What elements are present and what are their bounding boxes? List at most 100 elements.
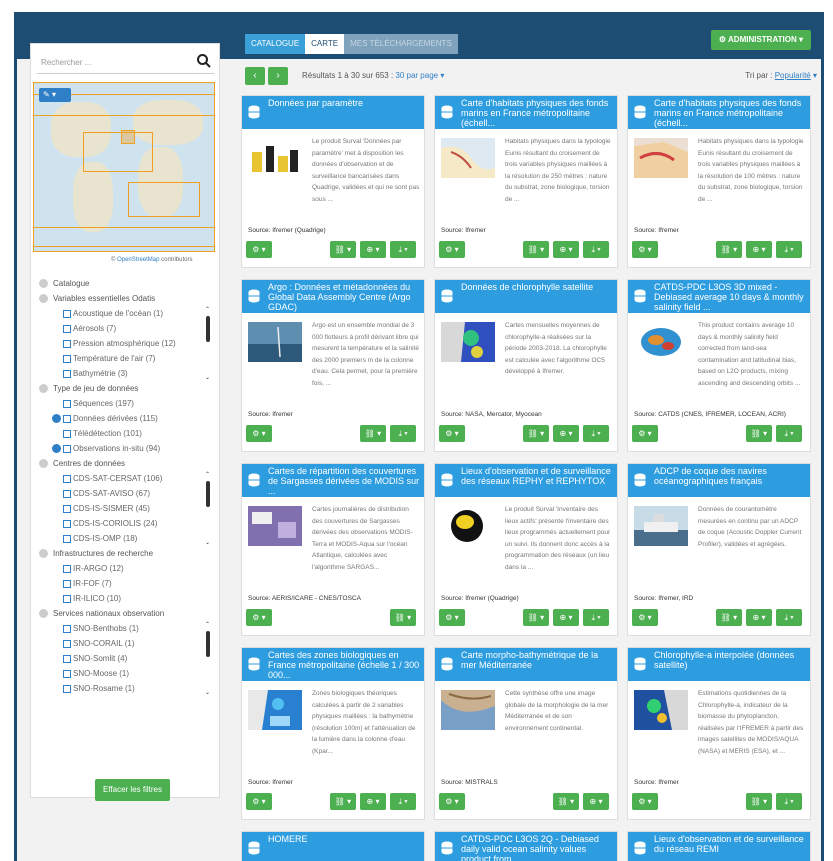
facet-item[interactable]: Télédétection (101): [39, 426, 215, 441]
card-title[interactable]: CATDS-PDC L3OS 2Q - Debiased daily valid…: [435, 832, 617, 861]
facet-item[interactable]: Acoustique de l'océan (1): [39, 306, 215, 321]
checkbox[interactable]: [63, 445, 71, 453]
settings-button[interactable]: ⚙ ▾: [439, 241, 465, 258]
card-title[interactable]: Chlorophylle-a interpolée (données satel…: [628, 648, 810, 681]
result-card[interactable]: Cartes de répartition des couvertures de…: [241, 463, 425, 636]
card-thumbnail[interactable]: [634, 138, 688, 178]
tab-catalogue[interactable]: CATALOGUE: [245, 34, 306, 54]
result-card[interactable]: Argo : Données et métadonnées du Global …: [241, 279, 425, 452]
facet-item[interactable]: Aérosols (7): [39, 321, 215, 336]
facet-title[interactable]: Centres de données: [39, 456, 215, 471]
checkbox[interactable]: [63, 355, 71, 363]
link-button[interactable]: ⛓ ▾: [330, 241, 356, 258]
card-title[interactable]: Argo : Données et métadonnées du Global …: [242, 280, 424, 313]
link-button[interactable]: ⛓ ▾: [553, 793, 579, 810]
checkbox[interactable]: [63, 430, 71, 438]
openstreetmap-link[interactable]: OpenStreetMap: [117, 257, 159, 263]
card-title[interactable]: Données par paramètre: [242, 96, 424, 129]
result-card[interactable]: Carte morpho-bathymétrique de la mer Méd…: [434, 647, 618, 820]
facet-item[interactable]: CDS-SAT-CERSAT (106): [39, 471, 215, 486]
per-page-dropdown[interactable]: 30 par page: [395, 71, 438, 80]
result-card[interactable]: Chlorophylle-a interpolée (données satel…: [627, 647, 811, 820]
settings-button[interactable]: ⚙ ▾: [246, 425, 272, 442]
download-button[interactable]: ⤓ ▾: [583, 241, 609, 258]
download-button[interactable]: ⤓ ▾: [390, 793, 416, 810]
facet-scrollbar[interactable]: ⌃ ⌄: [205, 621, 211, 696]
globe-button[interactable]: ⊕ ▾: [360, 793, 386, 810]
link-button[interactable]: ⛓ ▾: [746, 793, 772, 810]
card-thumbnail[interactable]: [441, 506, 495, 546]
settings-button[interactable]: ⚙ ▾: [632, 241, 658, 258]
facet-item[interactable]: IR-ARGO (12): [39, 561, 215, 576]
checkbox[interactable]: [63, 475, 71, 483]
settings-button[interactable]: ⚙ ▾: [632, 425, 658, 442]
card-title[interactable]: Lieux d'observation et de surveillance d…: [435, 464, 617, 497]
chevron-up-icon[interactable]: ⌃: [205, 471, 210, 478]
checkbox[interactable]: [63, 640, 71, 648]
chevron-down-icon[interactable]: ⌄: [205, 374, 210, 381]
card-thumbnail[interactable]: [634, 322, 688, 362]
chevron-up-icon[interactable]: ⌃: [205, 621, 210, 628]
checkbox[interactable]: [63, 415, 71, 423]
link-button[interactable]: ⛓ ▾: [523, 241, 549, 258]
facet-item[interactable]: CDS-IS-SISMER (45): [39, 501, 215, 516]
result-card[interactable]: CATDS-PDC L3OS 3D mixed - Debiased avera…: [627, 279, 811, 452]
checkbox[interactable]: [63, 685, 71, 693]
download-button[interactable]: ⤓ ▾: [776, 793, 802, 810]
facet-title[interactable]: Services nationaux observation: [39, 606, 215, 621]
facet-item[interactable]: Observations in-situ (94): [39, 441, 215, 456]
facet-item[interactable]: CDS-IS-OMP (18): [39, 531, 215, 546]
card-title[interactable]: CATDS-PDC L3OS 3D mixed - Debiased avera…: [628, 280, 810, 313]
facet-item[interactable]: CDS-IS-CORIOLIS (24): [39, 516, 215, 531]
result-card[interactable]: Lieux d'observation et de surveillance d…: [627, 831, 811, 861]
checkbox[interactable]: [63, 565, 71, 573]
globe-button[interactable]: ⊕ ▾: [553, 241, 579, 258]
download-button[interactable]: ⤓ ▾: [583, 425, 609, 442]
checkbox[interactable]: [63, 595, 71, 603]
result-card[interactable]: Carte d'habitats physiques des fonds mar…: [627, 95, 811, 268]
settings-button[interactable]: ⚙ ▾: [632, 793, 658, 810]
checkbox[interactable]: [63, 505, 71, 513]
map-view[interactable]: ✎ ▾: [33, 82, 215, 252]
facet-item[interactable]: SNO-Benthobs (1): [39, 621, 215, 636]
link-button[interactable]: ⛓ ▾: [330, 793, 356, 810]
scrollbar-thumb[interactable]: [206, 481, 210, 507]
card-title[interactable]: Lieux d'observation et de surveillance d…: [628, 832, 810, 861]
download-button[interactable]: ⤓ ▾: [776, 609, 802, 626]
card-thumbnail[interactable]: [248, 506, 302, 546]
link-button[interactable]: ⛓ ▾: [390, 609, 416, 626]
card-title[interactable]: HOMERE: [242, 832, 424, 861]
chevron-up-icon[interactable]: ⌃: [205, 306, 210, 313]
facet-item[interactable]: SNO-Rosame (1): [39, 681, 215, 696]
card-title[interactable]: Carte morpho-bathymétrique de la mer Méd…: [435, 648, 617, 681]
result-card[interactable]: ADCP de coque des navires océanographiqu…: [627, 463, 811, 636]
facet-scrollbar[interactable]: ⌃ ⌄: [205, 306, 211, 381]
checkbox[interactable]: [63, 655, 71, 663]
result-card[interactable]: CATDS-PDC L3OS 2Q - Debiased daily valid…: [434, 831, 618, 861]
chevron-down-icon[interactable]: ⌄: [205, 539, 210, 546]
checkbox[interactable]: [63, 370, 71, 378]
card-thumbnail[interactable]: [441, 690, 495, 730]
facet-scrollbar[interactable]: ⌃ ⌄: [205, 471, 211, 546]
facet-item[interactable]: IR-ILICO (10): [39, 591, 215, 606]
settings-button[interactable]: ⚙ ▾: [246, 609, 272, 626]
scrollbar-thumb[interactable]: [206, 631, 210, 657]
globe-button[interactable]: ⊕ ▾: [360, 241, 386, 258]
settings-button[interactable]: ⚙ ▾: [246, 241, 272, 258]
card-title[interactable]: Carte d'habitats physiques des fonds mar…: [435, 96, 617, 129]
settings-button[interactable]: ⚙ ▾: [439, 793, 465, 810]
download-button[interactable]: ⤓ ▾: [390, 241, 416, 258]
facet-item[interactable]: Séquences (197): [39, 396, 215, 411]
chevron-down-icon[interactable]: ⌄: [205, 689, 210, 696]
download-button[interactable]: ⤓ ▾: [776, 425, 802, 442]
facet-title[interactable]: Type de jeu de données: [39, 381, 215, 396]
search-icon[interactable]: [196, 53, 212, 69]
checkbox[interactable]: [63, 490, 71, 498]
map-tool-button[interactable]: ✎ ▾: [39, 88, 71, 102]
card-title[interactable]: Cartes de répartition des couvertures de…: [242, 464, 424, 497]
scrollbar-thumb[interactable]: [206, 316, 210, 342]
facet-item[interactable]: IR-FOF (7): [39, 576, 215, 591]
globe-button[interactable]: ⊕ ▾: [553, 609, 579, 626]
globe-button[interactable]: ⊕ ▾: [746, 609, 772, 626]
download-button[interactable]: ⤓ ▾: [390, 425, 416, 442]
